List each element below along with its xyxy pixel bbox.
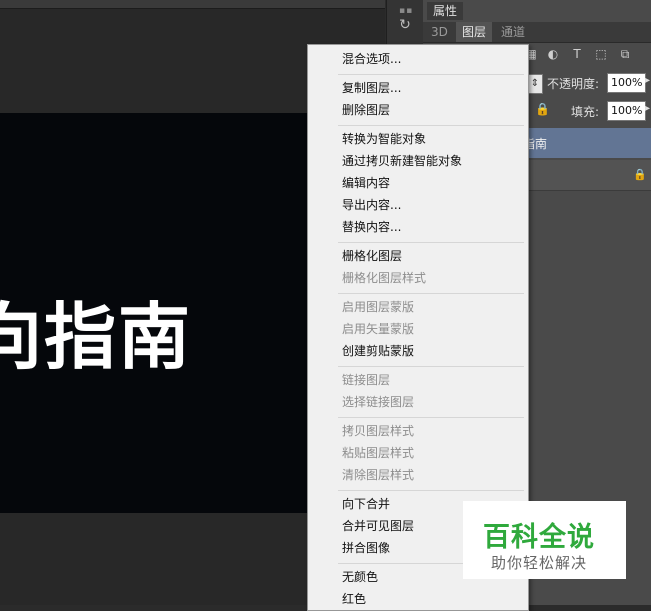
tab-properties[interactable]: 属性 xyxy=(427,2,464,20)
menu-separator xyxy=(338,242,524,243)
chevron-down-icon[interactable]: ▸ xyxy=(645,75,650,86)
chevron-down-icon[interactable]: ▸ xyxy=(645,103,650,114)
menu-separator xyxy=(338,125,524,126)
menu-item[interactable]: 拼合图像 xyxy=(342,538,390,558)
blend-mode-dropdown-icon[interactable]: ⇕ xyxy=(527,74,543,94)
menu-item: 选择链接图层 xyxy=(342,395,415,409)
menu-item[interactable]: 编辑内容 xyxy=(342,173,390,193)
menu-item[interactable]: 栅格化图层 xyxy=(342,246,402,266)
menu-item[interactable]: 转换为智能对象 xyxy=(342,129,426,149)
menu-item: 启用图层蒙版 xyxy=(342,300,415,314)
menu-item: 拷贝图层样式 xyxy=(342,424,415,438)
watermark-subtitle: 助你轻松解决 xyxy=(491,554,588,572)
dock-grip-icon[interactable]: ▪▪ xyxy=(399,6,413,16)
menu-separator xyxy=(338,74,524,75)
opacity-input[interactable]: 100% xyxy=(607,73,646,93)
menu-item[interactable]: 创建剪贴蒙版 xyxy=(342,341,414,361)
menu-separator xyxy=(338,293,524,294)
text-filter-icon[interactable]: T xyxy=(569,46,585,62)
fill-input[interactable]: 100% xyxy=(607,101,646,121)
fill-label: 填充: xyxy=(571,105,600,119)
menu-item[interactable]: 删除图层 xyxy=(342,100,390,120)
lock-icon[interactable]: 🔒 xyxy=(535,102,550,116)
menu-item[interactable]: 复制图层... xyxy=(342,78,401,98)
layers-panel-tabs: 3D 图层 通道 xyxy=(423,22,651,43)
opacity-label: 不透明度: xyxy=(547,77,600,91)
tab-layers[interactable]: 图层 xyxy=(456,22,493,42)
menu-separator xyxy=(338,417,524,418)
menu-item[interactable]: 通过拷贝新建智能对象 xyxy=(342,151,462,171)
menu-separator xyxy=(338,366,524,367)
tab-3d[interactable]: 3D xyxy=(425,22,454,42)
menu-item[interactable]: 无颜色 xyxy=(342,567,378,587)
menu-item: 粘贴图层样式 xyxy=(342,446,415,460)
smart-object-filter-icon[interactable]: ⧉ xyxy=(617,46,633,62)
menu-item: 栅格化图层样式 xyxy=(342,271,427,285)
menu-item: 清除图层样式 xyxy=(342,468,415,482)
menu-separator xyxy=(338,490,524,491)
menu-item[interactable]: 向下合并 xyxy=(342,494,390,514)
canvas-text-layer: 向指南 xyxy=(0,295,193,379)
shape-filter-icon[interactable]: ⬚ xyxy=(593,46,609,62)
document-tab-bar xyxy=(0,0,385,9)
menu-item: 启用矢量蒙版 xyxy=(342,322,415,336)
tab-channels[interactable]: 通道 xyxy=(495,22,531,42)
menu-item[interactable]: 合并可见图层 xyxy=(342,516,414,536)
watermark-title: 百科全说 xyxy=(483,522,595,553)
watermark-logo: 百科全说 助你轻松解决 xyxy=(463,501,626,579)
menu-item: 链接图层 xyxy=(342,373,391,387)
layer-filter-icons: ▦ ◐ T ⬚ ⧉ xyxy=(523,46,651,66)
adjustment-filter-icon[interactable]: ◐ xyxy=(545,46,561,62)
menu-item[interactable]: 红色 xyxy=(342,589,366,609)
history-icon[interactable]: ↻ xyxy=(396,16,414,34)
menu-item[interactable]: 替换内容... xyxy=(342,217,401,237)
menu-item[interactable]: 混合选项... xyxy=(342,49,401,69)
menu-item[interactable]: 导出内容... xyxy=(342,195,401,215)
document-canvas[interactable]: 向指南 xyxy=(0,113,318,513)
lock-icon: 🔒 xyxy=(633,168,647,181)
